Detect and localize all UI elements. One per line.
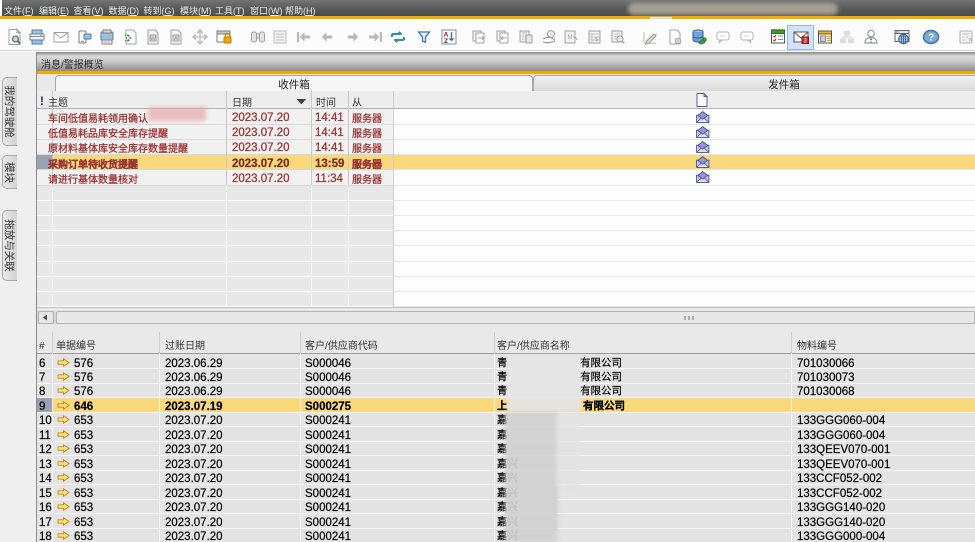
svg-text:A: A bbox=[174, 36, 178, 42]
svg-text:M: M bbox=[568, 35, 573, 41]
svg-text:$: $ bbox=[595, 37, 598, 43]
svg-text:?: ? bbox=[928, 33, 934, 44]
svg-text:W: W bbox=[150, 36, 156, 42]
svg-text:Z: Z bbox=[444, 38, 448, 45]
